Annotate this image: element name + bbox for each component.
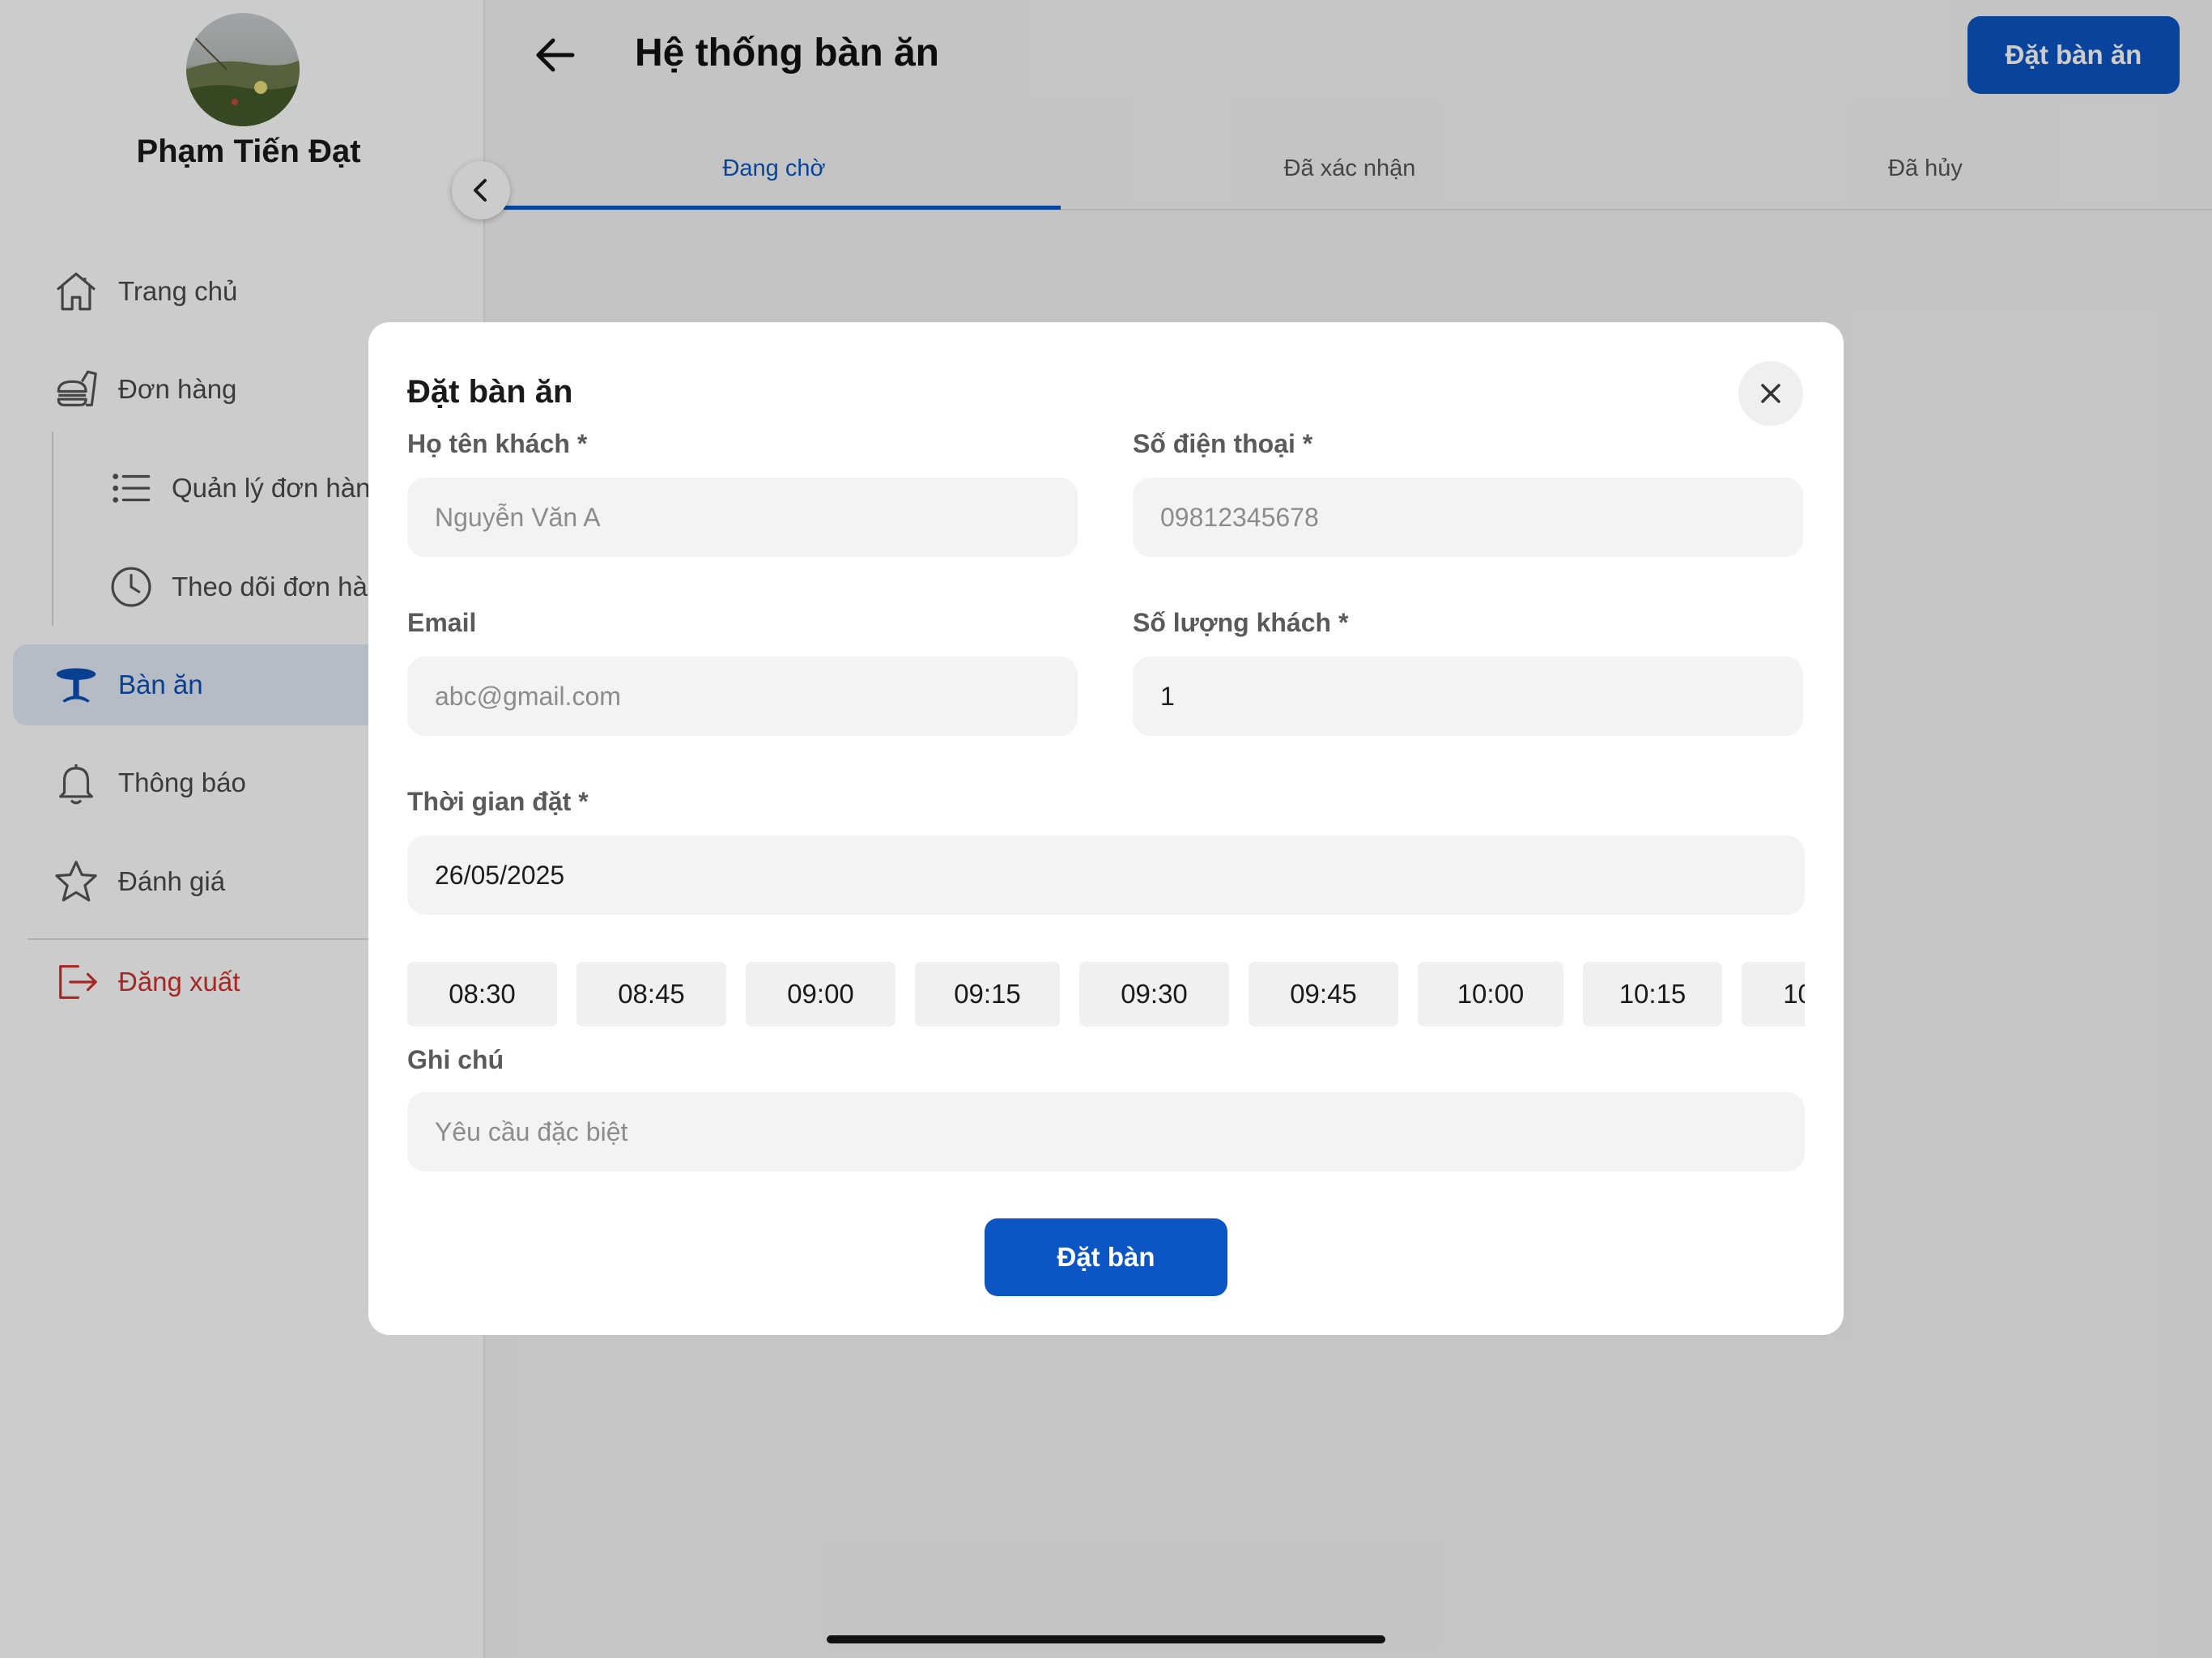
time-slot[interactable]: 08:45: [576, 962, 726, 1027]
note-label: Ghi chú: [407, 1045, 504, 1074]
close-button[interactable]: [1738, 361, 1803, 426]
name-label: Họ tên khách *: [407, 429, 588, 458]
email-input[interactable]: abc@gmail.com: [407, 657, 1078, 736]
phone-label: Số điện thoại *: [1133, 429, 1313, 458]
close-icon: [1761, 384, 1780, 403]
guest-name-input[interactable]: Nguyễn Văn A: [407, 478, 1078, 557]
time-slot[interactable]: 09:15: [915, 962, 1060, 1027]
note-input[interactable]: Yêu cầu đặc biệt: [407, 1092, 1805, 1171]
time-slot[interactable]: 08:30: [407, 962, 557, 1027]
time-slot[interactable]: 09:00: [746, 962, 895, 1027]
datetime-label: Thời gian đặt *: [407, 787, 589, 816]
guests-label: Số lượng khách *: [1133, 608, 1349, 637]
phone-input[interactable]: 09812345678: [1133, 478, 1803, 557]
date-input[interactable]: 26/05/2025: [407, 835, 1805, 915]
time-slot-row[interactable]: 08:30 08:45 09:00 09:15 09:30 09:45 10:0…: [407, 962, 1805, 1027]
home-indicator: [827, 1635, 1385, 1643]
time-slot[interactable]: 10:00: [1418, 962, 1563, 1027]
guest-count-input[interactable]: 1: [1133, 657, 1803, 736]
time-slot[interactable]: 09:30: [1079, 962, 1229, 1027]
submit-booking-button[interactable]: Đặt bàn: [985, 1218, 1227, 1296]
time-slot[interactable]: 10:15: [1583, 962, 1722, 1027]
time-slot[interactable]: 10:30: [1742, 962, 1805, 1027]
time-slot[interactable]: 09:45: [1249, 962, 1398, 1027]
modal-title: Đặt bàn ăn: [407, 374, 573, 410]
booking-modal: Đặt bàn ăn Họ tên khách * Nguyễn Văn A S…: [368, 322, 1844, 1335]
email-label: Email: [407, 608, 477, 637]
